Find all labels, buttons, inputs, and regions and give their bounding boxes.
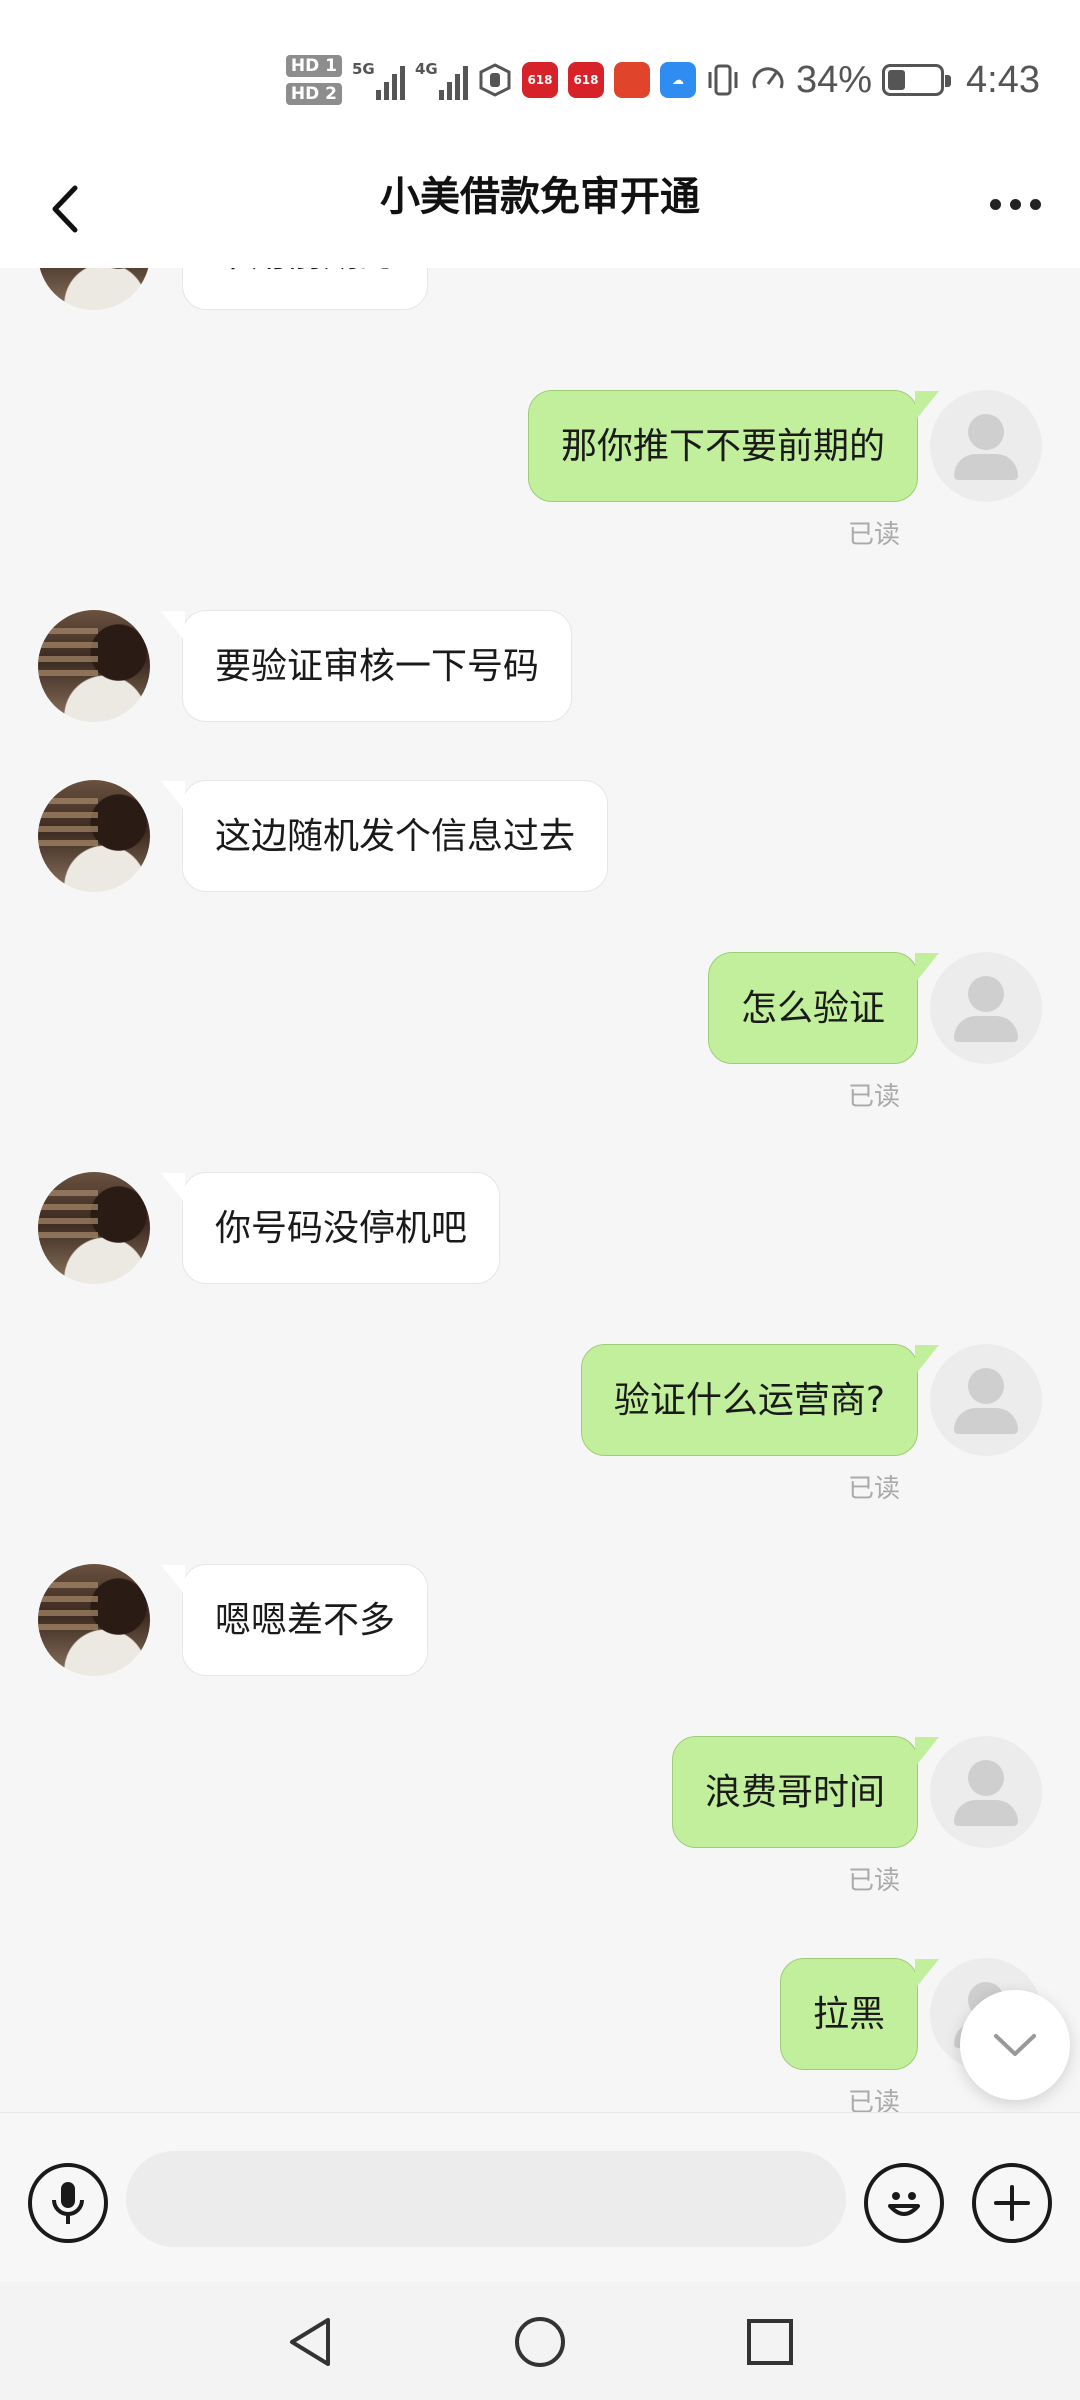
back-button[interactable] (30, 174, 100, 244)
nav-recent-button[interactable] (740, 2312, 800, 2372)
clock: 4:43 (966, 58, 1040, 101)
battery-percent: 34% (795, 58, 873, 101)
status-bar: HD 1 HD 2 5G 4G 618 618 ☁ 34% 4:43 (0, 0, 1080, 150)
read-receipt: 已读 (847, 520, 900, 550)
message-list[interactable]: 不用前期的 那你推下不要前期的 已读 要验证审核一下号码 这边随机发个信息过去 … (0, 268, 1080, 2112)
contact-avatar[interactable] (38, 610, 150, 722)
voice-button[interactable] (28, 2163, 108, 2243)
contact-avatar[interactable] (38, 780, 150, 892)
my-avatar[interactable] (930, 390, 1042, 502)
microphone-icon (52, 2182, 84, 2224)
incoming-message[interactable]: 要验证审核一下号码 (160, 610, 573, 722)
read-receipt: 已读 (847, 1866, 900, 1896)
signal-5g-icon: 5G (352, 60, 405, 100)
hand-shield-icon (478, 63, 512, 97)
more-dots-icon (989, 198, 1001, 210)
chat-title: 小美借款免审开通 (380, 174, 700, 220)
plus-icon (994, 2185, 1030, 2221)
my-avatar[interactable] (930, 952, 1042, 1064)
more-options-button[interactable] (980, 174, 1050, 234)
vibrate-icon (706, 62, 740, 98)
outgoing-message[interactable]: 那你推下不要前期的 (527, 390, 940, 502)
status-icons: HD 1 HD 2 5G 4G 618 618 ☁ 34% 4:43 (285, 40, 1040, 120)
app-notification-icon: 618 (567, 62, 604, 98)
incoming-message[interactable]: 嗯嗯差不多 (160, 1564, 429, 1676)
emoji-button[interactable] (864, 2163, 944, 2243)
app-notification-icon (613, 62, 650, 98)
app-notification-icon: 618 (521, 62, 558, 98)
nav-back-button[interactable] (280, 2312, 340, 2372)
contact-avatar[interactable] (38, 1172, 150, 1284)
my-avatar[interactable] (930, 1344, 1042, 1456)
hd2-badge: HD 2 (285, 83, 342, 105)
add-attachment-button[interactable] (972, 2163, 1052, 2243)
speed-gauge-icon (750, 62, 786, 98)
incoming-message[interactable]: 这边随机发个信息过去 (160, 780, 609, 892)
square-recent-icon (747, 2319, 793, 2365)
message-input[interactable] (126, 2151, 846, 2247)
outgoing-message[interactable]: 浪费哥时间 (671, 1736, 940, 1848)
read-receipt: 已读 (847, 1082, 900, 1112)
read-receipt: 已读 (847, 1474, 900, 1504)
scroll-to-bottom-button[interactable] (960, 1990, 1070, 2100)
signal-4g-icon: 4G (415, 60, 468, 100)
outgoing-message[interactable]: 怎么验证 (707, 952, 940, 1064)
nav-home-button[interactable] (510, 2312, 570, 2372)
outgoing-message[interactable]: 拉黑 (779, 1958, 940, 2070)
emoji-icon (888, 2192, 920, 2216)
weather-app-icon: ☁ (659, 62, 696, 98)
chevron-down-icon (994, 2034, 1036, 2056)
hd-indicators: HD 1 HD 2 (285, 55, 342, 105)
triangle-back-icon (290, 2318, 330, 2366)
composer-bar (0, 2112, 1080, 2282)
incoming-message[interactable]: 不用前期的 (182, 268, 429, 310)
battery-icon (882, 64, 952, 96)
chat-header: 小美借款免审开通 (0, 150, 1080, 268)
contact-avatar[interactable] (38, 1564, 150, 1676)
incoming-message[interactable]: 你号码没停机吧 (160, 1172, 501, 1284)
circle-home-icon (515, 2317, 565, 2367)
system-navigation-bar (0, 2282, 1080, 2400)
read-receipt: 已读 (847, 2088, 900, 2112)
my-avatar[interactable] (930, 1736, 1042, 1848)
hd1-badge: HD 1 (285, 55, 342, 77)
contact-avatar[interactable] (38, 268, 150, 310)
outgoing-message[interactable]: 验证什么运营商? (580, 1344, 940, 1456)
back-arrow-icon (52, 185, 78, 233)
